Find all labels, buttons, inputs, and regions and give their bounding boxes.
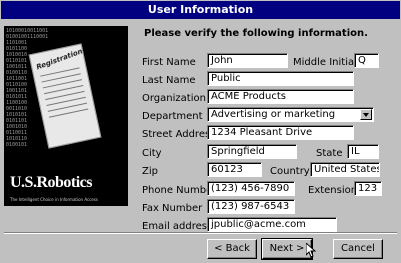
email-address-field[interactable]: jpublic@acme.com xyxy=(207,217,337,232)
email-address-label: Email address xyxy=(142,221,213,232)
street-address-label: Street Address xyxy=(142,129,216,140)
last-name-label: Last Name xyxy=(142,75,196,86)
street-address-field[interactable]: 1234 Pleasant Drive xyxy=(207,125,354,140)
cancel-button[interactable]: Cancel xyxy=(333,239,383,259)
usrobotics-graphic: 10100010011001 01001001110001 1101001 01… xyxy=(4,26,128,206)
zip-label: Zip xyxy=(142,166,158,177)
button-separator xyxy=(4,232,397,234)
verify-prompt: Please verify the following information. xyxy=(144,28,368,39)
middle-initial-label: Middle Initial xyxy=(293,57,357,68)
dialog-title: User Information xyxy=(1,1,400,19)
department-value: Advertising or marketing xyxy=(211,109,336,120)
department-label: Department xyxy=(142,111,203,122)
department-select[interactable]: Advertising or marketing xyxy=(207,107,374,122)
user-information-dialog: User Information 10100010011001 01001001… xyxy=(0,0,401,263)
organization-field[interactable]: ACME Products xyxy=(207,89,354,104)
usrobotics-tagline: The Intelligent Choice in Information Ac… xyxy=(10,197,99,202)
back-button[interactable]: < Back xyxy=(207,239,257,259)
city-field[interactable]: Springfield xyxy=(207,144,297,159)
first-name-label: First Name xyxy=(142,57,196,68)
phone-number-label: Phone Number xyxy=(142,185,217,196)
usrobotics-logo: U.S.Robotics xyxy=(10,174,93,191)
fax-number-field[interactable]: (123) 987-6543 xyxy=(207,199,295,214)
country-label: Country xyxy=(270,166,310,177)
mouse-pointer-icon xyxy=(306,243,316,258)
fax-number-label: Fax Number xyxy=(142,203,203,214)
phone-number-field[interactable]: (123) 456-7890 xyxy=(207,181,295,196)
extension-label: Extension xyxy=(308,185,358,196)
middle-initial-field[interactable]: Q xyxy=(354,53,379,68)
state-field[interactable]: IL xyxy=(347,144,379,159)
zip-field[interactable]: 60123 xyxy=(207,162,262,177)
extension-field[interactable]: 123 xyxy=(354,181,382,196)
state-label: State xyxy=(316,148,343,159)
chevron-down-icon[interactable] xyxy=(360,109,372,120)
last-name-field[interactable]: Public xyxy=(207,71,354,86)
city-label: City xyxy=(142,148,162,159)
first-name-field[interactable]: John xyxy=(207,53,288,68)
next-button[interactable]: Next > xyxy=(261,238,313,260)
country-field[interactable]: United States xyxy=(310,162,380,177)
organization-label: Organization xyxy=(142,93,206,104)
